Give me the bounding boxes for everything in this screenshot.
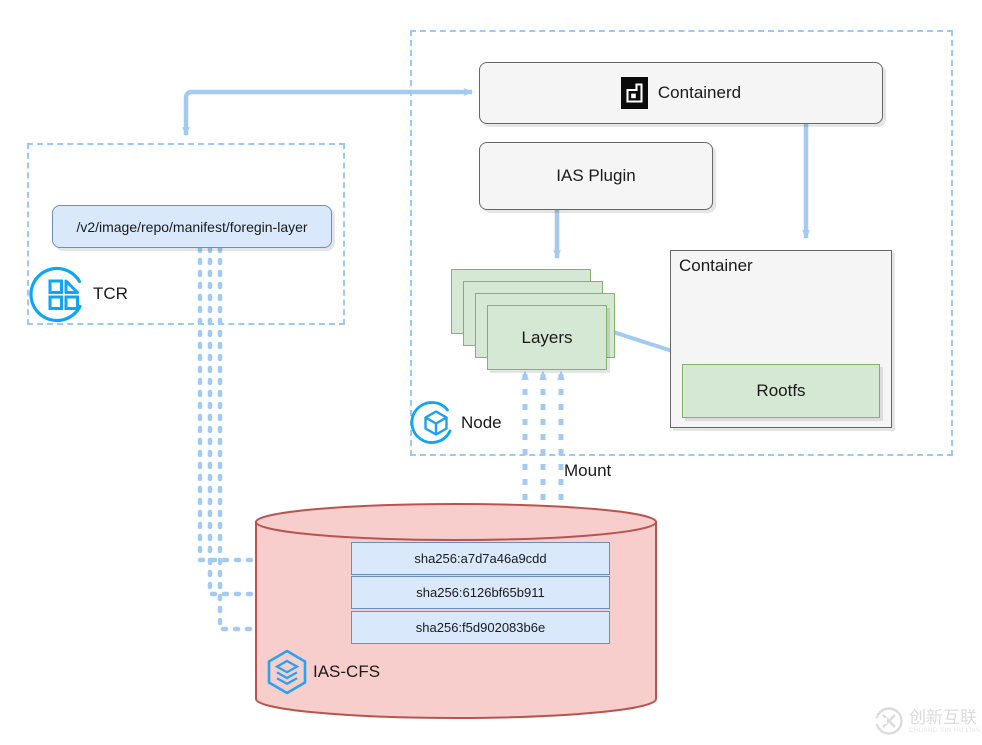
containerd-logo-icon: [620, 77, 648, 109]
rootfs-box[interactable]: Rootfs: [682, 364, 880, 418]
watermark-primary: 创新互联: [909, 707, 977, 727]
watermark: 创新互联 CHUANG XIN HU LIAN: [874, 706, 981, 736]
watermark-secondary: CHUANG XIN HU LIAN: [909, 727, 982, 734]
node-legend: Node: [410, 400, 502, 446]
layers-box[interactable]: Layers: [487, 305, 607, 370]
layers-label: Layers: [521, 327, 573, 347]
hash-row[interactable]: sha256:f5d902083b6e: [351, 611, 610, 644]
ias-cfs-layers-icon: [267, 649, 307, 695]
ias-plugin-label: IAS Plugin: [556, 166, 636, 185]
hash-row[interactable]: sha256:6126bf65b911: [351, 576, 610, 609]
container-title: Container: [679, 256, 753, 275]
watermark-logo-icon: [875, 707, 903, 735]
ias-plugin-box[interactable]: IAS Plugin: [479, 142, 713, 210]
hash-row[interactable]: sha256:a7d7a46a9cdd: [351, 542, 610, 575]
diagram-canvas: sha256:a7d7a46a9cdd sha256:6126bf65b911 …: [0, 0, 982, 745]
edge-tcr-to-containerd: [182, 88, 474, 137]
tcr-grid-icon: [29, 266, 82, 323]
node-cube-icon: [410, 401, 452, 444]
manifest-endpoint-box[interactable]: /v2/image/repo/manifest/foregin-layer: [52, 205, 332, 248]
rootfs-label: Rootfs: [756, 381, 806, 400]
containerd-label: Containerd: [657, 83, 742, 102]
mount-label: Mount: [564, 461, 612, 480]
tcr-label: TCR: [93, 284, 128, 303]
ias-cfs-label: IAS-CFS: [313, 662, 381, 681]
tcr-legend: TCR: [29, 266, 128, 323]
edge-mount-lines: [521, 370, 565, 500]
containerd-box[interactable]: Containerd: [479, 62, 883, 124]
ias-cfs-legend: IAS-CFS: [263, 648, 380, 696]
manifest-endpoint-label: /v2/image/repo/manifest/foregin-layer: [76, 218, 308, 235]
node-label: Node: [461, 413, 502, 432]
